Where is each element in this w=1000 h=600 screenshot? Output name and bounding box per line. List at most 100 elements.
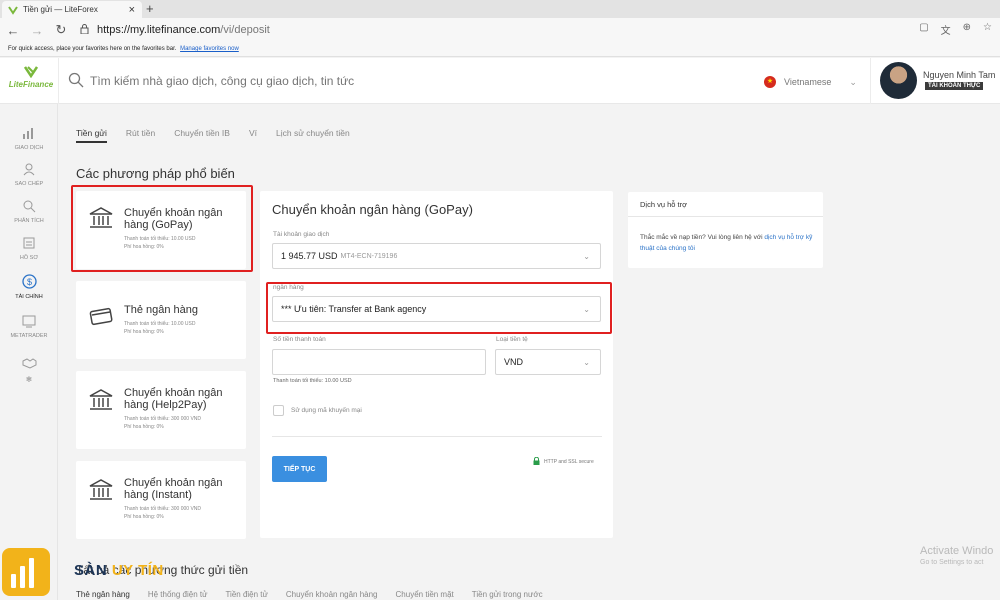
manage-favorites-link[interactable]: Manage favorites now — [180, 46, 239, 52]
watermark-text-a: SÀN — [74, 562, 112, 579]
zoom-icon[interactable]: ⊕ — [963, 22, 971, 37]
chevron-down-icon: ⌄ — [583, 252, 590, 261]
account-select[interactable]: 1 945.77 USD MT4-ECN-719196 ⌄ — [272, 243, 601, 269]
vietnam-flag-icon: ★ — [764, 76, 776, 88]
sidebar-item-trading[interactable]: Giao dịch — [0, 126, 58, 151]
tab-bank-transfer[interactable]: Chuyển khoản ngân hàng — [286, 590, 378, 599]
refresh-icon[interactable]: ↻ — [52, 22, 70, 38]
page-title: Các phương pháp phổ biến — [76, 166, 235, 181]
chevron-down-icon: ⌄ — [849, 76, 857, 87]
watermark-text-b: UY TÍN — [111, 562, 164, 579]
sidebar-label: ❄ — [25, 375, 33, 384]
secure-note: HTTP and SSL secure — [533, 456, 594, 467]
litefinance-logo[interactable]: LiteFinance — [6, 66, 56, 89]
sidebar-item-copy[interactable]: Sao chép — [0, 162, 58, 187]
deposit-form: Chuyển khoản ngân hàng (GoPay) Tài khoản… — [260, 191, 613, 538]
tab-domestic[interactable]: Tiền gửi trong nước — [472, 590, 543, 599]
method-name: Chuyển khoản ngân hàng (Help2Pay) — [124, 387, 223, 411]
account-type-badge: TÀI KHOẢN THỰC — [925, 82, 984, 90]
tab-deposit[interactable]: Tiền gửi — [76, 128, 107, 143]
tab-crypto[interactable]: Tiền điện tử — [225, 590, 267, 599]
form-divider — [272, 436, 602, 437]
method-min: Thanh toán tối thiểu: 300 000 VND — [124, 506, 201, 512]
header-divider-2 — [870, 58, 871, 104]
sidebar-label: Sao chép — [14, 181, 44, 187]
support-text: Thắc mắc về nạp tiền? Vui lòng liên hệ v… — [640, 234, 765, 241]
amount-input[interactable] — [272, 349, 486, 375]
svg-text:$: $ — [26, 277, 31, 287]
currency-select[interactable]: VND ⌄ — [495, 349, 601, 375]
method-min: Thanh toán tối thiểu: 300 000 VND — [124, 416, 201, 422]
sidebar-label: MetaTrader — [10, 333, 48, 339]
search-icon[interactable] — [68, 72, 84, 88]
monitor-icon — [0, 314, 58, 332]
url-host: https://my.litefinance.com — [97, 24, 221, 36]
favorites-bar-text: For quick access, place your favorites h… — [8, 46, 177, 52]
sidebar-item-analysis[interactable]: Phân tích — [0, 199, 58, 224]
method-name: Chuyển khoản ngân hàng (Instant) — [124, 477, 223, 501]
promo-checkbox[interactable] — [273, 405, 284, 416]
back-icon[interactable]: ← — [4, 23, 22, 38]
method-card-help2pay[interactable]: Chuyển khoản ngân hàng (Help2Pay) Thanh … — [76, 371, 246, 449]
currency-value: VND — [504, 357, 524, 367]
promo-label: Sử dụng mã khuyến mại — [291, 407, 362, 414]
language-label: Vietnamese — [784, 77, 832, 87]
amount-hint: Thanh toán tối thiểu: 10.00 USD — [273, 378, 352, 384]
windows-activation-notice: Activate Windo Go to Settings to act — [920, 545, 993, 566]
sidebar-label: Giao dịch — [14, 145, 44, 151]
favorites-star-icon[interactable]: ☆ — [983, 22, 992, 37]
bank-icon — [88, 387, 114, 413]
reader-view-icon[interactable]: ▢ — [919, 22, 928, 37]
new-tab-button[interactable]: + — [146, 1, 154, 16]
browser-tab[interactable]: Tiền gửi — LiteForex × — [2, 1, 142, 18]
sidebar-label: Phân tích — [14, 218, 44, 224]
method-min: Thanh toán tối thiểu: 10.00 USD — [124, 321, 196, 327]
support-card: Dịch vụ hỗ trợ Thắc mắc về nạp tiền? Vui… — [628, 192, 823, 268]
sidebar-item-partner[interactable]: ❄ — [0, 356, 58, 384]
tab-wallet[interactable]: Ví — [249, 128, 257, 143]
sidebar-label: Tài chính — [15, 294, 43, 300]
tab-transfer-history[interactable]: Lịch sử chuyển tiền — [276, 128, 350, 143]
amount-label: Số tiền thanh toán — [273, 336, 326, 343]
address-bar: ← → ↻ https://my.litefinance.com/vi/depo… — [0, 18, 1000, 42]
favorites-bar: For quick access, place your favorites h… — [0, 42, 1000, 57]
tab-withdraw[interactable]: Rút tiền — [126, 128, 155, 143]
card-icon — [88, 303, 114, 329]
sidebar-item-finance[interactable]: $ Tài chính — [0, 274, 58, 300]
tab-ib-transfer[interactable]: Chuyển tiền IB — [174, 128, 230, 143]
currency-label: Loại tiền tệ — [496, 336, 528, 343]
sidebar-item-profile[interactable]: Hồ sơ — [0, 236, 58, 261]
form-title: Chuyển khoản ngân hàng (GoPay) — [272, 202, 473, 217]
avatar[interactable] — [880, 62, 917, 99]
lock-icon — [533, 456, 540, 467]
sidebar: Giao dịch Sao chép Phân tích Hồ sơ $ Tài… — [0, 104, 58, 600]
account-label: Tài khoản giao dịch — [273, 231, 330, 238]
lock-icon — [80, 23, 89, 37]
copy-trader-icon — [0, 162, 58, 180]
liteforex-favicon-icon — [8, 5, 18, 15]
method-name: Thẻ ngân hàng — [124, 304, 199, 316]
method-card-instant[interactable]: Chuyển khoản ngân hàng (Instant) Thanh t… — [76, 461, 246, 539]
forward-icon[interactable]: → — [28, 23, 46, 38]
account-balance: 1 945.77 USD — [281, 251, 338, 261]
handshake-icon — [0, 356, 58, 374]
activation-subtitle: Go to Settings to act — [920, 559, 984, 566]
url-field[interactable]: https://my.litefinance.com/vi/deposit — [80, 23, 270, 37]
method-fee: Phí hoa hồng: 0% — [124, 424, 164, 430]
language-selector[interactable]: ★ Vietnamese ⌄ — [764, 72, 857, 92]
watermark: SÀN UY TÍN — [0, 545, 190, 600]
account-id: MT4-ECN-719196 — [340, 252, 398, 260]
highlight-box-bank — [266, 282, 612, 334]
tab-close-icon[interactable]: × — [129, 4, 135, 16]
continue-button[interactable]: TIẾP TỤC — [272, 456, 327, 482]
sidebar-item-metatrader[interactable]: MetaTrader — [0, 314, 58, 339]
user-name[interactable]: Nguyen Minh Tam — [923, 70, 995, 80]
finance-tabs: Tiền gửi Rút tiền Chuyển tiền IB Ví Lịch… — [76, 128, 350, 143]
secure-text: HTTP and SSL secure — [544, 459, 594, 465]
search-input[interactable] — [90, 70, 590, 92]
highlight-box-method — [71, 185, 253, 272]
site-header: LiteFinance ★ Vietnamese ⌄ Nguyen Minh T… — [0, 58, 1000, 104]
method-card-bank-card[interactable]: Thẻ ngân hàng Thanh toán tối thiểu: 10.0… — [76, 281, 246, 359]
tab-cash-transfer[interactable]: Chuyển tiền mặt — [396, 590, 454, 599]
translate-icon[interactable]: 文 — [941, 22, 951, 37]
